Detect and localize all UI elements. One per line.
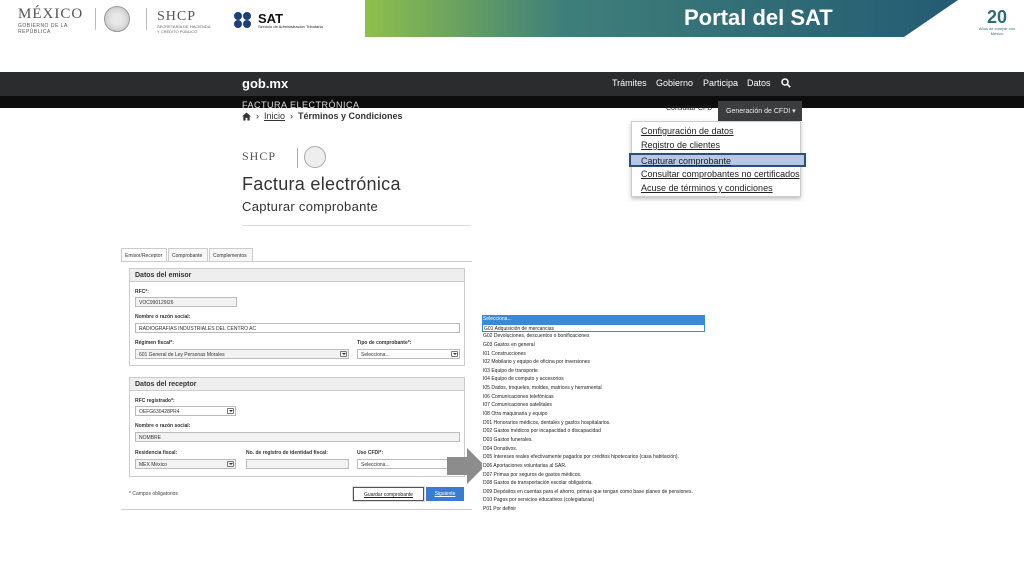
- regimen-label: Régimen fiscal*:: [135, 340, 174, 346]
- uso-cfdi-option[interactable]: P01 Por definir: [482, 505, 705, 514]
- nav-link-gobierno[interactable]: Gobierno: [656, 78, 693, 88]
- registro-identidad-field[interactable]: [246, 459, 349, 469]
- chevron-right-icon: ›: [256, 111, 259, 121]
- nav-link-datos[interactable]: Datos: [747, 78, 771, 88]
- comprobante-form: Emisor/Receptor Comprobante Complementos…: [121, 244, 472, 510]
- breadcrumb-home-link[interactable]: Inicio: [264, 111, 285, 121]
- uso-cfdi-option[interactable]: D01 Honorarios médicos, dentales y gasto…: [482, 419, 705, 428]
- uso-cfdi-option[interactable]: I02 Mobilario y equipo de oficina por in…: [482, 358, 705, 367]
- generacion-dropdown-menu: Configuración de datos Registro de clien…: [629, 121, 806, 197]
- section-bar: FACTURA ELECTRÓNICA: [0, 96, 1024, 110]
- uso-cfdi-label: Uso CFDI*:: [357, 450, 384, 456]
- rfc-receptor-label: RFC registrado*:: [135, 398, 175, 404]
- national-seal-icon: [104, 6, 130, 32]
- nombre-emisor-field[interactable]: RADIOGRAFIAS INDUSTRIALES DEL CENTRO AC: [135, 323, 460, 333]
- tab-complementos[interactable]: Complementos: [209, 248, 253, 262]
- uso-cfdi-option[interactable]: D09 Depósitos en cuentas para el ahorro,…: [482, 488, 705, 497]
- nombre-receptor-field[interactable]: NOMBRE: [135, 432, 460, 442]
- receptor-panel: Datos del receptor RFC registrado*: OEFG…: [129, 377, 465, 477]
- menu-item-capturar-comprobante[interactable]: Capturar comprobante: [629, 153, 806, 167]
- tab-emisor-receptor[interactable]: Emisor/Receptor: [121, 248, 167, 262]
- emisor-heading: Datos del emisor: [130, 269, 464, 282]
- shcp-page-logo: SHCP: [242, 149, 277, 163]
- chevron-right-icon: ›: [290, 111, 294, 121]
- top-banner: MÉXICO GOBIERNO DE LA REPÚBLICA SHCP SEC…: [0, 0, 1024, 37]
- menu-item-configuracion[interactable]: Configuración de datos: [641, 126, 734, 136]
- divider: [297, 148, 298, 168]
- uso-cfdi-option[interactable]: I04 Equipo de computo y accesorios: [482, 375, 705, 384]
- menu-item-registro-clientes[interactable]: Registro de clientes: [641, 140, 720, 150]
- uso-cfdi-option[interactable]: D08 Gastos de transportación escolar obl…: [482, 479, 705, 488]
- gobmx-brand-link[interactable]: gob.mx: [242, 76, 288, 91]
- tipo-comprobante-label: Tipo de comprobante*:: [357, 340, 412, 346]
- nombre-emisor-label: Nombre o razón social:: [135, 314, 191, 320]
- anniversary-logo: 20 Años de cumplir con México: [978, 7, 1016, 36]
- portal-title: Portal del SAT: [684, 5, 833, 30]
- uso-cfdi-option[interactable]: I05 Dados, troqueles, moldes, matrices y…: [482, 384, 705, 393]
- government-logos: MÉXICO GOBIERNO DE LA REPÚBLICA SHCP SEC…: [0, 0, 365, 37]
- sat-dots-icon: [234, 12, 256, 28]
- nombre-receptor-label: Nombre o razón social:: [135, 423, 191, 429]
- residencia-select[interactable]: MEX México: [135, 459, 236, 469]
- tab-comprobante[interactable]: Comprobante: [168, 248, 208, 262]
- uso-cfdi-option[interactable]: I08 Otra maquinaria y equipo: [482, 410, 705, 419]
- uso-cfdi-option[interactable]: Selecciona...: [482, 315, 705, 324]
- menu-item-acuse[interactable]: Acuse de términos y condiciones: [641, 183, 773, 193]
- cfd-bar: Consultar CFD: [0, 105, 1024, 122]
- uso-cfdi-option[interactable]: D05 Intereses reales efectivamente pagad…: [482, 453, 705, 462]
- caret-down-icon: ▾: [792, 108, 796, 115]
- uso-cfdi-option[interactable]: D10 Pagos por servicios educativos (cole…: [482, 496, 705, 505]
- tab-underline: [121, 261, 472, 262]
- nav-link-tramites[interactable]: Trámites: [612, 78, 647, 88]
- uso-cfdi-options-list[interactable]: Selecciona... G01 Adquisición de mercanci…: [482, 315, 705, 518]
- required-fields-note: * Campos obligatorios: [129, 491, 178, 497]
- page-subtitle: Capturar comprobante: [242, 199, 379, 214]
- uso-cfdi-option[interactable]: I03 Equipo de transporte: [482, 367, 705, 376]
- uso-cfdi-option[interactable]: I01 Construcciones: [482, 350, 705, 359]
- regimen-select[interactable]: 601 General de Ley Personas Morales: [135, 349, 349, 359]
- uso-cfdi-option[interactable]: G01 Adquisición de mercancias: [482, 323, 705, 333]
- emisor-panel: Datos del emisor RFC*: VOC990129I26 Nomb…: [129, 268, 465, 366]
- nav-link-participa[interactable]: Participa: [703, 78, 738, 88]
- gobmx-navbar: gob.mx Trámites Gobierno Participa Datos: [0, 72, 1024, 96]
- uso-cfdi-option[interactable]: D06 Aportaciones voluntarias al SAR.: [482, 462, 705, 471]
- uso-cfdi-option[interactable]: G03 Gastos en general: [482, 341, 705, 350]
- uso-cfdi-option[interactable]: D03 Gastos funerales.: [482, 436, 705, 445]
- chevron-down-icon: [340, 351, 347, 357]
- generacion-cfdi-menu[interactable]: Generación de CFDI ▾: [718, 101, 802, 121]
- home-icon[interactable]: [242, 111, 251, 121]
- uso-cfdi-option[interactable]: I07 Comunicaciones satelitales: [482, 401, 705, 410]
- chevron-down-icon: [227, 408, 234, 414]
- uso-cfdi-option[interactable]: D02 Gastos médicos por incapacidad o dis…: [482, 427, 705, 436]
- chevron-down-icon: [227, 461, 234, 467]
- menu-item-consultar-no-certificados[interactable]: Consultar comprobantes no certificados: [641, 169, 800, 179]
- guardar-comprobante-button[interactable]: Guardar comprobante: [353, 487, 424, 501]
- divider: [242, 225, 471, 226]
- seal-icon: [304, 146, 326, 168]
- pointer-arrow-icon: [447, 448, 485, 484]
- shcp-logo: SHCP SECRETARÍA DE HACIENDA Y CRÉDITO PÚ…: [157, 9, 211, 35]
- breadcrumb-current: Términos y Condiciones: [298, 111, 403, 121]
- breadcrumb: › Inicio › Términos y Condiciones: [242, 111, 403, 121]
- uso-cfdi-option[interactable]: G02 Devoluciones, descuentos o bonificac…: [482, 332, 705, 341]
- search-icon[interactable]: [781, 78, 791, 88]
- chevron-down-icon: [451, 351, 458, 357]
- page-title: Factura electrónica: [242, 174, 401, 194]
- residencia-label: Residencia fiscal:: [135, 450, 178, 456]
- uso-cfdi-select[interactable]: Selecciona...: [357, 459, 460, 469]
- divider: [95, 8, 96, 30]
- divider: [146, 8, 147, 30]
- uso-cfdi-option[interactable]: D04 Donativos.: [482, 445, 705, 454]
- rfc-label: RFC*:: [135, 289, 149, 295]
- receptor-heading: Datos del receptor: [130, 378, 464, 391]
- siguiente-button[interactable]: Siguiente: [426, 487, 464, 501]
- mexico-logo: MÉXICO GOBIERNO DE LA REPÚBLICA: [18, 6, 84, 36]
- consultar-cfd-link[interactable]: Consultar CFD: [666, 105, 712, 112]
- rfc-receptor-select[interactable]: OEFG630428PR4: [135, 406, 236, 416]
- rfc-emisor-field[interactable]: VOC990129I26: [135, 297, 237, 307]
- registro-identidad-label: No. de registro de identidad fiscal:: [246, 450, 328, 456]
- uso-cfdi-option[interactable]: D07 Primas por seguros de gastos médicos…: [482, 471, 705, 480]
- uso-cfdi-option[interactable]: I06 Comunicaciones telefónicas: [482, 393, 705, 402]
- tipo-comprobante-select[interactable]: Selecciona...: [357, 349, 460, 359]
